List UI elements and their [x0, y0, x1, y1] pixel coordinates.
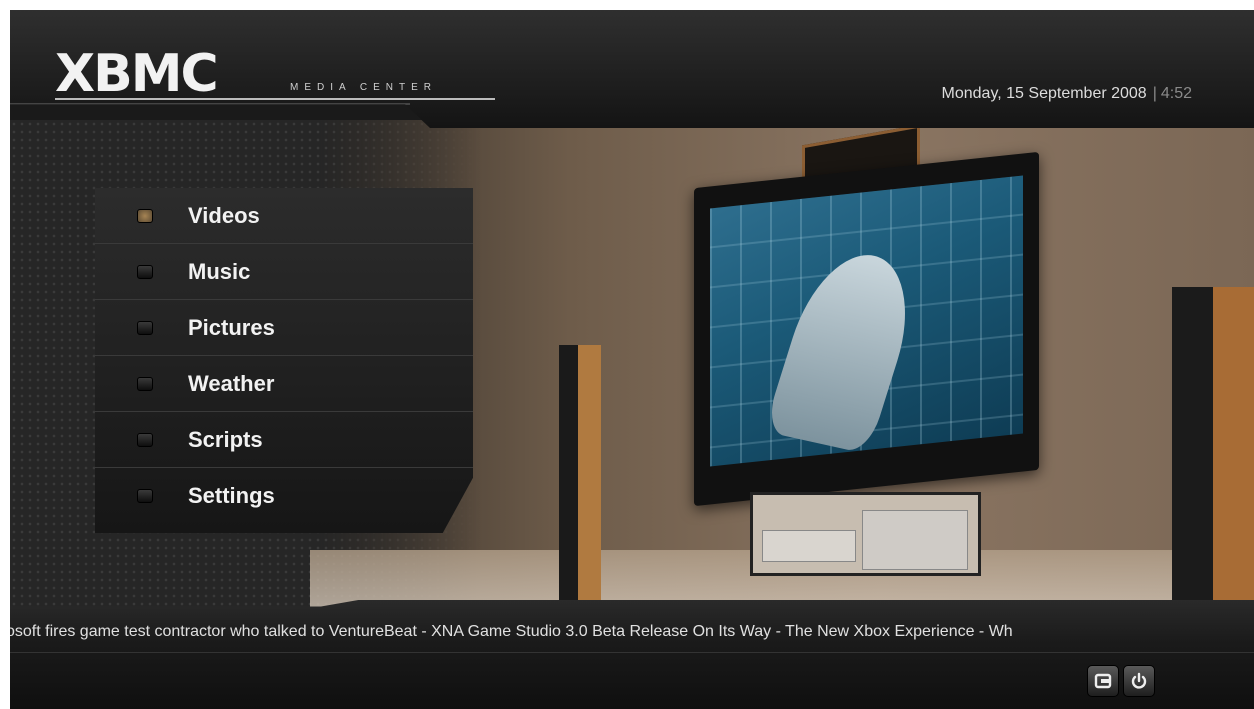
television-screen-image: [710, 175, 1023, 467]
selection-indicator-icon: [137, 320, 153, 335]
right-speaker-image: [1172, 287, 1254, 607]
xbmc-home-screen: XBMC MEDIA CENTER Monday, 15 September 2…: [10, 10, 1254, 709]
television-image: [694, 151, 1039, 507]
menu-item-weather[interactable]: Weather: [95, 356, 473, 412]
power-button[interactable]: [1123, 665, 1155, 697]
menu-item-music[interactable]: Music: [95, 244, 473, 300]
left-speaker-image: [559, 345, 601, 610]
menu-item-pictures[interactable]: Pictures: [95, 300, 473, 356]
time-label: 4:52: [1160, 85, 1192, 102]
menu-item-label: Videos: [188, 202, 260, 228]
selection-indicator-icon: [137, 208, 153, 223]
menu-item-label: Weather: [188, 370, 275, 396]
logo-subtitle: MEDIA CENTER: [290, 82, 438, 93]
rss-ticker-text: osoft fires game test contractor who tal…: [10, 623, 1013, 640]
main-menu: Videos Music Pictures Weather Scripts Se…: [95, 188, 473, 533]
logo-underline: [55, 98, 495, 100]
header-bar: XBMC MEDIA CENTER Monday, 15 September 2…: [10, 10, 1254, 128]
footer-divider: [10, 652, 1254, 653]
date-time-display: Monday, 15 September 2008 | 4:52: [942, 85, 1192, 103]
selection-indicator-icon: [137, 264, 153, 279]
minimize-icon: [1094, 673, 1112, 689]
menu-item-label: Scripts: [188, 426, 263, 452]
date-label: Monday, 15 September 2008: [941, 85, 1147, 102]
minimize-button[interactable]: [1087, 665, 1119, 697]
menu-item-label: Music: [188, 258, 251, 284]
menu-item-label: Settings: [188, 482, 275, 508]
xbmc-logo: XBMC MEDIA CENTER: [55, 48, 495, 100]
logo-wordmark: XBMC: [55, 44, 219, 104]
selection-indicator-icon: [137, 432, 153, 447]
selection-indicator-icon: [137, 488, 153, 503]
menu-item-videos[interactable]: Videos: [95, 188, 473, 244]
dvd-player-image: [762, 530, 856, 562]
power-icon: [1131, 672, 1147, 689]
menu-item-label: Pictures: [188, 314, 275, 340]
rss-ticker: osoft fires game test contractor who tal…: [10, 612, 1254, 652]
menu-item-scripts[interactable]: Scripts: [95, 412, 473, 468]
selection-indicator-icon: [137, 376, 153, 391]
amplifier-image: [862, 510, 968, 570]
menu-item-settings[interactable]: Settings: [95, 468, 473, 523]
date-time-separator: |: [1152, 85, 1157, 102]
